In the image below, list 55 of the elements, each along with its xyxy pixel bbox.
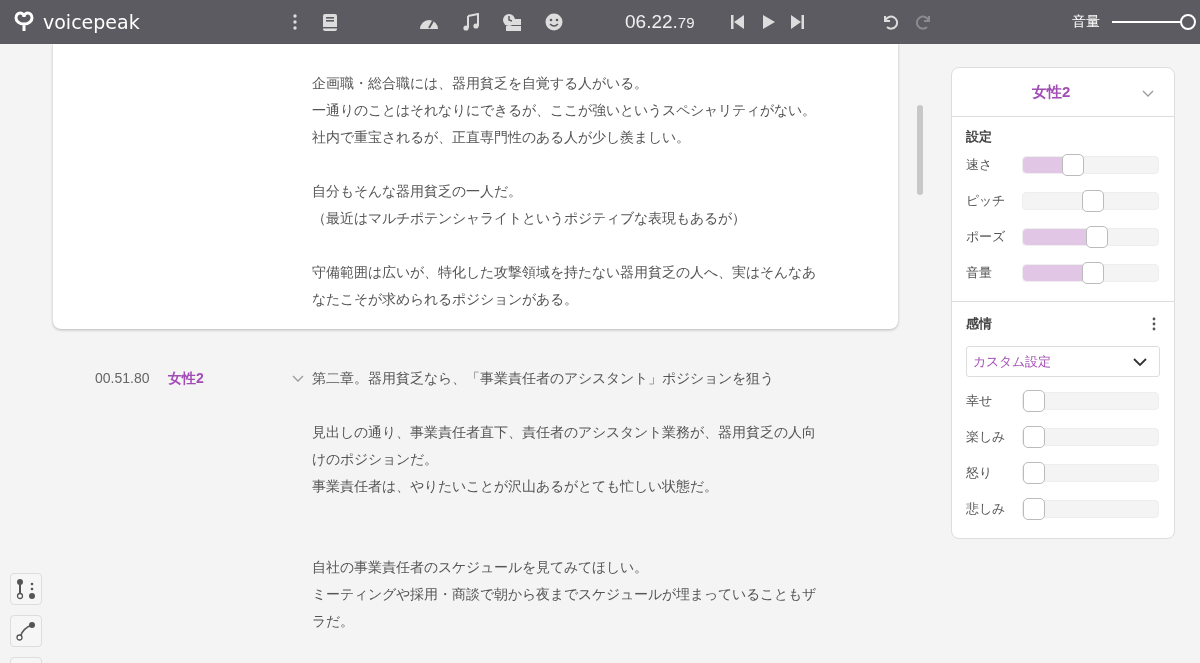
slider-label: ピッチ	[966, 192, 1006, 210]
clock-chart-icon[interactable]	[502, 12, 522, 32]
music-note-icon[interactable]	[462, 13, 480, 31]
app-name: voicepeak	[43, 11, 140, 33]
book-icon[interactable]	[321, 12, 339, 32]
playback-time: 06.22.79	[625, 11, 696, 33]
text-line: 企画職・総合職には、器用貧乏を自覚する人がいる。	[312, 74, 649, 93]
skip-back-icon[interactable]	[731, 14, 744, 30]
preset-dropdown[interactable]: カスタム設定	[966, 346, 1160, 377]
slider[interactable]	[1022, 192, 1159, 210]
slider-label: 悲しみ	[966, 500, 1006, 518]
section-title: 感情	[966, 315, 992, 333]
play-icon[interactable]	[762, 14, 775, 30]
slider-label: 音量	[966, 264, 993, 282]
text-line: 事業責任者は、やりたいことが沢山あるがとても忙しい状態だ。	[312, 477, 719, 496]
slider[interactable]	[1022, 264, 1159, 282]
speaker-name[interactable]: 女性2	[168, 365, 292, 392]
undo-icon[interactable]	[882, 14, 898, 30]
text-line: 守備範囲は広いが、特化した攻撃領域を持たない器用貧乏の人へ、実はそんなあなたこそが求められるポジションがある。	[312, 263, 817, 309]
slider[interactable]	[1022, 156, 1159, 174]
slider-label: 怒り	[966, 464, 993, 482]
text-line: 社内で重宝されるが、正直専門性のある人が少し羨ましい。	[312, 128, 691, 147]
volume-label: 音量	[1072, 13, 1100, 31]
text-line: 一通りのことはそれなりにできるが、ここが強いというスペシャリティがない。	[312, 101, 817, 120]
slider[interactable]	[1022, 464, 1159, 482]
text-line: 自社の事業責任者のスケジュールを見てみてほしい。	[312, 558, 649, 577]
text-block[interactable]: 00.51.80 女性2 第二章。器用貧乏なら、「事業責任者のアシスタント」ポジションを狙う 見出しの通り、事業責任者直下、責任者のアシスタント業務が、器用貧乏の人向けのポジションだ。 事業責任者は、やりたいことが沢山あるがとても忙しい状態だ。 自社の事業責任者のスケジュールを見てみてほしい。 ミーティングや採用・商談で朝から夜までスケジュールが埋まっていることもザラだ。	[53, 365, 898, 635]
slider[interactable]	[1022, 392, 1159, 410]
node-points-icon	[15, 577, 37, 601]
text-line: 見出しの通り、事業責任者直下、責任者のアシスタント業務が、器用貧乏の人向けのポジションだ。	[312, 423, 817, 469]
more-icon[interactable]	[1152, 317, 1156, 331]
tool-button[interactable]	[10, 615, 42, 647]
scrollbar-thumb[interactable]	[917, 105, 923, 195]
slider[interactable]	[1022, 500, 1159, 518]
slider-label: ポーズ	[966, 228, 1006, 246]
chevron-down-icon[interactable]	[1133, 357, 1147, 366]
slider-label: 速さ	[966, 156, 993, 174]
skip-forward-icon[interactable]	[791, 14, 804, 30]
smiley-icon[interactable]	[545, 13, 563, 31]
text-line: ミーティングや採用・商談で朝から夜までスケジュールが埋まっていることもザラだ。	[312, 585, 817, 631]
curve-icon	[15, 620, 37, 642]
slider-label: 楽しみ	[966, 428, 1006, 446]
tool-button[interactable]	[10, 573, 42, 605]
more-icon[interactable]	[292, 13, 298, 31]
slider[interactable]	[1022, 428, 1159, 446]
text-line: 自分もそんな器用貧乏の一人だ。	[312, 182, 523, 201]
text-block-card[interactable]: 企画職・総合職には、器用貧乏を自覚する人がいる。 一通りのことはそれなりにできるが、ここが強いというスペシャリティがない。 社内で重宝されるが、正直専門性のある人が少し羨ましい。 自分もそんな器用貧乏の一人だ。 （最近はマルチポテンシャライトというポジティブな表現もあるが） 守備範囲は広いが、特化した攻撃領域を持たない器用貧乏の人へ、実はそんなあなたこそが求められるポジションがある。	[53, 44, 898, 329]
slider-label: 幸せ	[966, 392, 993, 410]
block-time: 00.51.80	[95, 369, 151, 388]
text-line: （最近はマルチポテンシャライトというポジティブな表現もあるが）	[312, 209, 747, 228]
text-line: 第二章。器用貧乏なら、「事業責任者のアシスタント」ポジションを狙う	[312, 369, 775, 388]
speaker-selector[interactable]: 女性2	[1032, 82, 1071, 102]
logo-icon[interactable]	[13, 11, 35, 33]
section-title: 設定	[966, 128, 993, 146]
slider[interactable]	[1022, 228, 1159, 246]
